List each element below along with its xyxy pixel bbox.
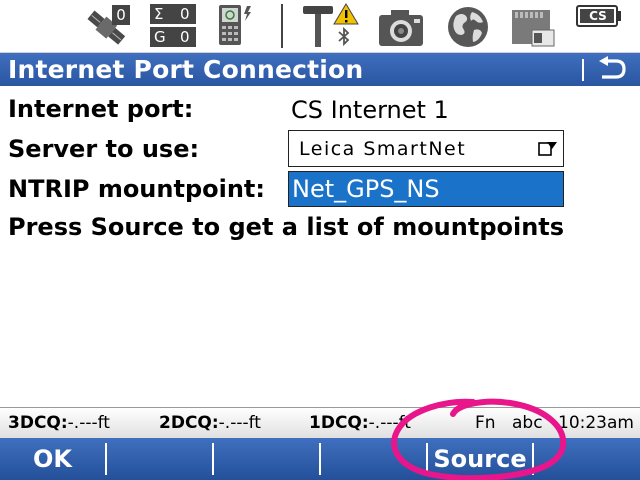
page-title: Internet Port Connection [8,55,364,84]
title-bar: Internet Port Connection [0,53,640,86]
satellite-icon[interactable]: 0 [84,2,132,50]
cq3d-label: 3DCQ: [8,413,68,433]
g-letter: G [154,28,166,46]
antenna-warning-icon[interactable] [300,2,360,50]
sigma-count: 0 [180,5,190,23]
hint-text: Press Source to get a list of mountpoint… [8,213,565,241]
cq2d-label: 2DCQ: [159,413,219,433]
handheld-device-icon[interactable] [216,2,260,50]
input-mode-indicator: abc [512,413,543,433]
mountpoint-label: NTRIP mountpoint: [8,175,266,203]
mountpoint-value: Net_GPS_NS [292,175,440,203]
cq2d: 2DCQ:-.---ft [159,408,261,438]
camera-icon[interactable] [376,2,426,50]
cq2d-value: -.---ft [218,413,261,433]
status-bar: 0 Σ 0 G 0 CS [0,0,640,53]
internet-port-value: CS Internet 1 [291,96,449,124]
status-divider [281,4,283,48]
softkey-bar: OK Source [0,438,640,480]
globe-icon[interactable] [444,2,492,50]
memory-card-icon[interactable] [508,2,558,50]
dropdown-arrow-icon [538,142,557,156]
source-button[interactable]: Source [428,438,532,480]
sigma-g-counter-icon[interactable]: Σ 0 G 0 [150,2,196,50]
sigma-letter: Σ [154,5,164,23]
battery-icon[interactable]: CS [574,2,624,50]
return-arrow-icon [599,56,626,79]
g-count: 0 [180,28,190,46]
internet-port-label: Internet port: [8,95,194,123]
cq3d: 3DCQ:-.---ft [8,408,110,438]
satellite-count: 0 [112,5,130,25]
cq1d-value: -.---ft [368,413,411,433]
softkey-f2[interactable] [107,438,212,480]
mountpoint-input[interactable]: Net_GPS_NS [288,171,564,207]
softkey-f3[interactable] [214,438,319,480]
bluetooth-icon [334,26,354,48]
fn-indicator: Fn [475,413,496,433]
g-counter: G 0 [150,27,196,47]
ok-button[interactable]: OK [0,438,105,480]
server-label: Server to use: [8,135,200,163]
cs-badge: CS [589,9,607,23]
cq1d: 1DCQ:-.---ft [309,408,411,438]
server-select-value: Leica SmartNet [299,138,467,160]
coordinate-quality-strip: 3DCQ:-.---ft 2DCQ:-.---ft 1DCQ:-.---ft F… [0,407,640,438]
cq1d-label: 1DCQ: [309,413,369,433]
sigma-counter: Σ 0 [150,4,196,24]
softkey-f6[interactable] [534,438,640,480]
title-divider [582,59,584,81]
softkey-f4[interactable] [321,438,426,480]
clock: 10:23am [558,413,634,433]
server-select[interactable]: Leica SmartNet [288,130,564,167]
cq3d-value: -.---ft [67,413,110,433]
back-button[interactable] [594,56,628,84]
